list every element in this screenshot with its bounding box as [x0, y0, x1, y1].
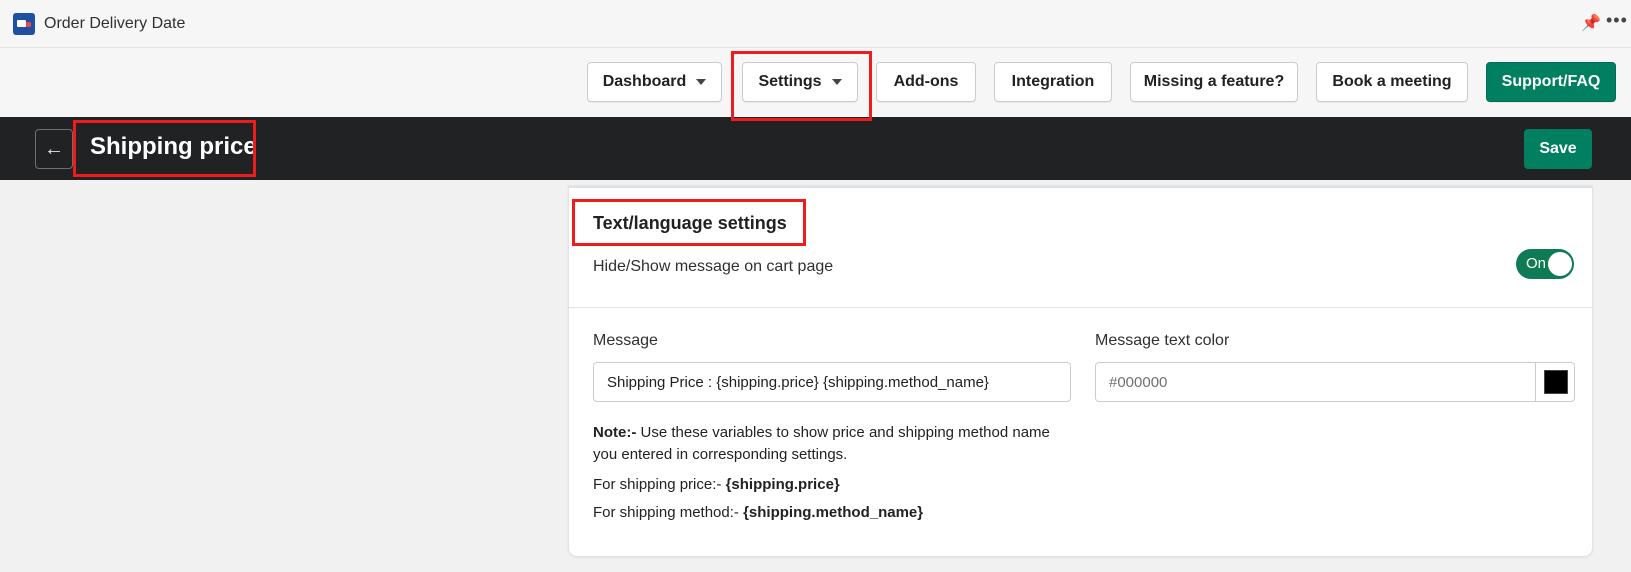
save-button[interactable]: Save — [1524, 129, 1592, 169]
variable-token: {shipping.price} — [725, 476, 840, 493]
toggle-label: Hide/Show message on cart page — [593, 258, 834, 275]
book-meeting-button[interactable]: Book a meeting — [1316, 62, 1468, 102]
nav-bar: Dashboard Settings Add-ons Integration M… — [0, 48, 1631, 117]
section-divider — [569, 307, 1592, 308]
card-divider — [569, 186, 1592, 188]
app-title: Order Delivery Date — [44, 15, 186, 32]
addons-button[interactable]: Add-ons — [876, 62, 976, 102]
toggle-knob — [1548, 252, 1572, 276]
cart-message-toggle[interactable]: On — [1516, 249, 1574, 279]
settings-card: Text/language settings Hide/Show message… — [569, 186, 1592, 556]
settings-button[interactable]: Settings — [742, 62, 858, 102]
support-faq-button[interactable]: Support/FAQ — [1486, 62, 1616, 102]
variable-line-price: For shipping price:- {shipping.price} — [593, 476, 840, 493]
color-input-value: #000000 — [1109, 373, 1168, 391]
color-label: Message text color — [1095, 332, 1230, 349]
dashboard-button[interactable]: Dashboard — [587, 62, 722, 102]
page-title: Shipping price — [90, 133, 257, 160]
section-title: Text/language settings — [593, 213, 787, 233]
dashboard-button-label: Dashboard — [602, 73, 687, 90]
variable-label: For shipping method:- — [593, 504, 744, 521]
message-label: Message — [593, 332, 658, 349]
variable-label: For shipping price:- — [593, 476, 726, 493]
integration-button[interactable]: Integration — [994, 62, 1112, 102]
arrow-left-icon: ← — [44, 137, 64, 160]
variable-line-method: For shipping method:- {shipping.method_n… — [593, 504, 923, 521]
toggle-state-label: On — [1526, 255, 1547, 272]
note-prefix: Note:- — [593, 424, 637, 441]
back-button[interactable]: ← — [35, 129, 73, 169]
note-body: Use these variables to show price and sh… — [593, 424, 1050, 463]
message-input[interactable]: Shipping Price : {shipping.price} {shipp… — [593, 362, 1071, 402]
pin-icon[interactable]: 📌 — [1581, 13, 1601, 33]
missing-feature-button[interactable]: Missing a feature? — [1130, 62, 1298, 102]
color-swatch — [1543, 370, 1568, 394]
color-input[interactable]: #000000 — [1095, 362, 1575, 402]
note-text: Note:- Use these variables to show price… — [593, 422, 1053, 466]
more-options-icon[interactable]: ••• — [1606, 10, 1628, 31]
app-bar: Order Delivery Date 📌 ••• — [0, 0, 1631, 48]
settings-button-label: Settings — [758, 73, 822, 90]
variable-token: {shipping.method_name} — [743, 504, 924, 521]
app-logo-icon — [13, 13, 35, 35]
caret-down-icon — [696, 79, 707, 85]
page-header: ← Shipping price Save — [0, 117, 1631, 180]
caret-down-icon — [831, 79, 842, 85]
color-swatch-button[interactable] — [1535, 362, 1575, 402]
